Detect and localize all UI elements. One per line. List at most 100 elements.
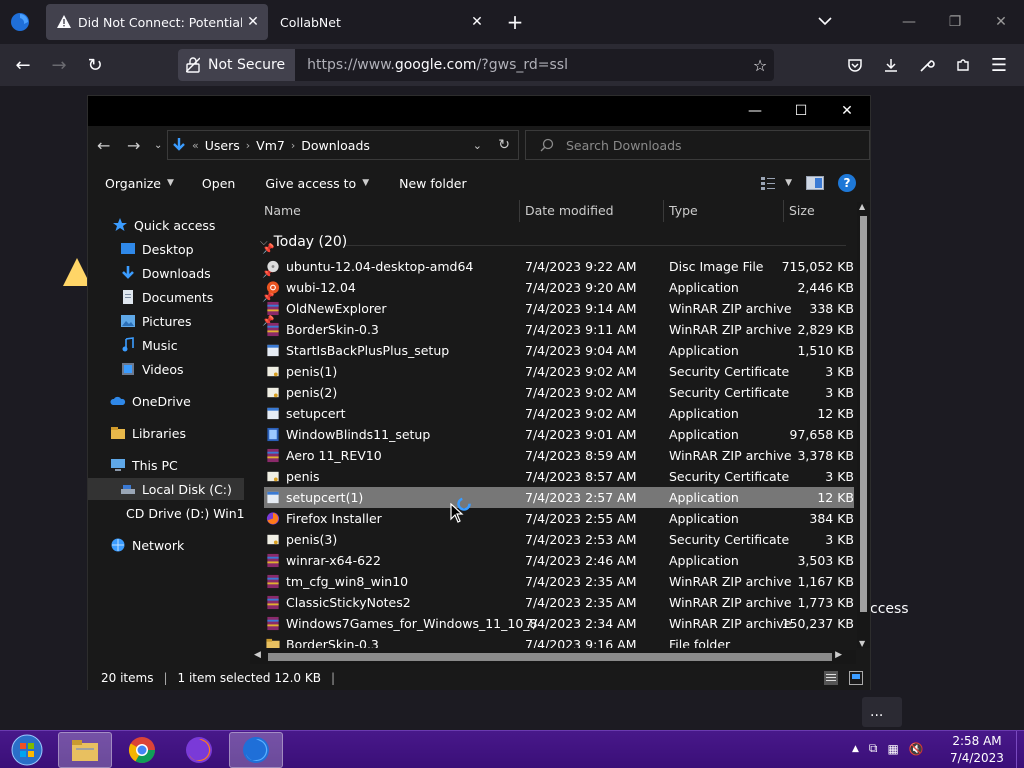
scroll-up-icon[interactable]: ▲ <box>859 202 865 211</box>
close-tab-icon[interactable]: ✕ <box>242 14 264 30</box>
breadcrumb-separator-icon[interactable]: › <box>291 139 295 152</box>
vertical-scrollbar[interactable]: ▲ ▼ <box>857 202 870 648</box>
view-dropdown-icon[interactable]: ▼ <box>785 178 792 188</box>
taskbar-firefox-dev[interactable] <box>229 732 283 768</box>
file-row[interactable]: penis(2) 7/4/2023 9:02 AM Security Certifi… <box>264 382 854 403</box>
show-hidden-icons-icon[interactable]: ▲ <box>852 744 859 754</box>
give-access-button[interactable]: Give access to ▼ <box>265 176 369 191</box>
column-divider[interactable] <box>519 200 520 222</box>
page-partial-button[interactable]: ... <box>862 697 902 727</box>
clock[interactable]: 2:58 AM 7/4/2023 <box>950 733 1004 767</box>
show-desktop-button[interactable] <box>1016 731 1024 768</box>
help-icon[interactable]: ? <box>838 174 856 192</box>
column-header-name[interactable]: Name <box>264 200 301 222</box>
nav-local-disk[interactable]: Local Disk (C:) <box>88 478 244 500</box>
url-bar[interactable]: Not Secure https://www.google.com/?gws_r… <box>178 49 774 81</box>
tab-collabnet[interactable]: CollabNet ✕ <box>270 4 492 40</box>
volume-muted-icon[interactable]: 🔇 <box>909 742 924 756</box>
minimize-button[interactable]: — <box>886 0 932 44</box>
nav-music[interactable]: Music <box>120 334 178 356</box>
file-row[interactable]: penis(1) 7/4/2023 9:02 AM Security Certifi… <box>264 361 854 382</box>
file-row[interactable]: StartIsBackPlusPlus_setup 7/4/2023 9:04 A… <box>264 340 854 361</box>
horizontal-scrollbar[interactable]: ◀ ▶ <box>250 650 856 664</box>
column-header-size[interactable]: Size <box>789 200 815 222</box>
breadcrumb-vm7[interactable]: Vm7 <box>256 138 285 153</box>
explorer-forward-button[interactable]: → <box>127 136 140 155</box>
new-folder-button[interactable]: New folder <box>399 176 467 191</box>
recent-locations-icon[interactable]: ⌄ <box>154 140 162 151</box>
pocket-icon[interactable] <box>842 52 868 78</box>
explorer-minimize-button[interactable]: — <box>732 96 778 126</box>
file-row[interactable]: setupcert 7/4/2023 9:02 AM Application 12 K… <box>264 403 854 424</box>
scroll-right-icon[interactable]: ▶ <box>835 650 842 660</box>
column-divider[interactable] <box>783 200 784 222</box>
back-button[interactable]: ← <box>10 52 36 78</box>
file-row[interactable]: setupcert(1) 7/4/2023 2:57 AM Application 1… <box>264 487 854 508</box>
file-row[interactable]: WindowBlinds11_setup 7/4/2023 9:01 AM Appl… <box>264 424 854 445</box>
preview-pane-icon[interactable] <box>806 176 824 190</box>
list-all-tabs-icon[interactable] <box>816 14 834 28</box>
address-dropdown-icon[interactable]: ⌄ <box>473 139 482 152</box>
explorer-maximize-button[interactable]: ☐ <box>778 96 824 126</box>
breadcrumb-downloads[interactable]: Downloads <box>301 138 370 153</box>
wrench-icon[interactable] <box>914 52 940 78</box>
file-row[interactable]: winrar-x64-622 7/4/2023 2:46 AM Applicatio… <box>264 550 854 571</box>
menu-icon[interactable]: ☰ <box>986 52 1012 78</box>
taskbar-file-explorer[interactable] <box>58 732 112 768</box>
scroll-down-icon[interactable]: ▼ <box>859 639 865 648</box>
nav-quick-access[interactable]: Quick access <box>112 214 215 236</box>
nav-videos[interactable]: Videos <box>120 358 184 380</box>
nav-desktop[interactable]: Desktop 📌 <box>120 238 274 260</box>
bookmark-star-icon[interactable]: ☆ <box>746 56 774 75</box>
file-row[interactable]: penis 7/4/2023 8:57 AM Security Certificat… <box>264 466 854 487</box>
details-view-icon[interactable] <box>824 671 838 685</box>
vertical-scroll-thumb[interactable] <box>860 216 867 612</box>
file-row[interactable]: Windows7Games_for_Windows_11_10_8 7/4/202… <box>264 613 854 634</box>
nav-documents[interactable]: Documents 📌 <box>120 286 274 308</box>
nav-this-pc[interactable]: This PC <box>110 454 178 476</box>
downloads-icon[interactable] <box>878 52 904 78</box>
file-row[interactable]: Aero 11_REV10 7/4/2023 8:59 AM WinRAR ZIP … <box>264 445 854 466</box>
large-icons-view-icon[interactable] <box>849 671 863 685</box>
scroll-left-icon[interactable]: ◀ <box>254 650 261 660</box>
file-row[interactable]: wubi-12.04 7/4/2023 9:20 AM Application 2,4… <box>264 277 854 298</box>
column-header-date[interactable]: Date modified <box>525 200 614 222</box>
breadcrumb-overflow-icon[interactable]: « <box>192 139 199 152</box>
taskbar-chrome[interactable] <box>115 732 169 768</box>
nav-libraries[interactable]: Libraries <box>110 422 186 444</box>
forward-button[interactable]: → <box>46 52 72 78</box>
devices-icon[interactable]: ⧉ <box>869 741 878 756</box>
close-window-button[interactable]: ✕ <box>978 0 1024 44</box>
organize-button[interactable]: Organize ▼ <box>105 176 174 191</box>
column-divider[interactable] <box>663 200 664 222</box>
column-header-type[interactable]: Type <box>669 200 698 222</box>
tab-did-not-connect[interactable]: Did Not Connect: Potential Sec... ✕ <box>46 4 268 40</box>
network-tray-icon[interactable]: ▦ <box>888 742 899 756</box>
reload-button[interactable]: ↻ <box>82 52 108 78</box>
start-button[interactable] <box>0 732 54 768</box>
explorer-title-bar[interactable]: — ☐ ✕ <box>88 96 870 126</box>
extensions-icon[interactable] <box>950 52 976 78</box>
security-indicator[interactable]: Not Secure <box>178 49 296 81</box>
file-row[interactable]: Firefox Installer 7/4/2023 2:55 AM Applica… <box>264 508 854 529</box>
breadcrumb-separator-icon[interactable]: › <box>246 139 250 152</box>
address-bar[interactable]: « Users › Vm7 › Downloads ⌄ ↻ <box>167 130 519 160</box>
change-view-icon[interactable] <box>761 176 779 190</box>
firefox-logo-icon[interactable] <box>10 12 30 32</box>
nav-downloads[interactable]: Downloads 📌 <box>120 262 274 284</box>
file-row[interactable]: ubuntu-12.04-desktop-amd64 7/4/2023 9:22 … <box>264 256 854 277</box>
file-row[interactable]: penis(3) 7/4/2023 2:53 AM Security Certifi… <box>264 529 854 550</box>
nav-cd-drive[interactable]: CD Drive (D:) Win10 <box>120 502 244 524</box>
file-row[interactable]: OldNewExplorer 7/4/2023 9:14 AM WinRAR ZIP… <box>264 298 854 319</box>
search-input[interactable]: Search Downloads <box>525 130 870 160</box>
close-tab-icon[interactable]: ✕ <box>466 14 488 30</box>
file-row[interactable]: ClassicStickyNotes2 7/4/2023 2:35 AM WinRA… <box>264 592 854 613</box>
file-row[interactable]: BorderSkin-0.3 7/4/2023 9:11 AM WinRAR ZIP… <box>264 319 854 340</box>
refresh-icon[interactable]: ↻ <box>498 137 510 153</box>
url-text[interactable]: https://www.google.com/?gws_rd=ssl <box>307 57 746 73</box>
explorer-close-button[interactable]: ✕ <box>824 96 870 126</box>
taskbar-firefox[interactable] <box>172 732 226 768</box>
nav-pictures[interactable]: Pictures 📌 <box>120 310 274 332</box>
new-tab-button[interactable]: + <box>504 10 526 34</box>
nav-network[interactable]: Network <box>110 534 184 556</box>
